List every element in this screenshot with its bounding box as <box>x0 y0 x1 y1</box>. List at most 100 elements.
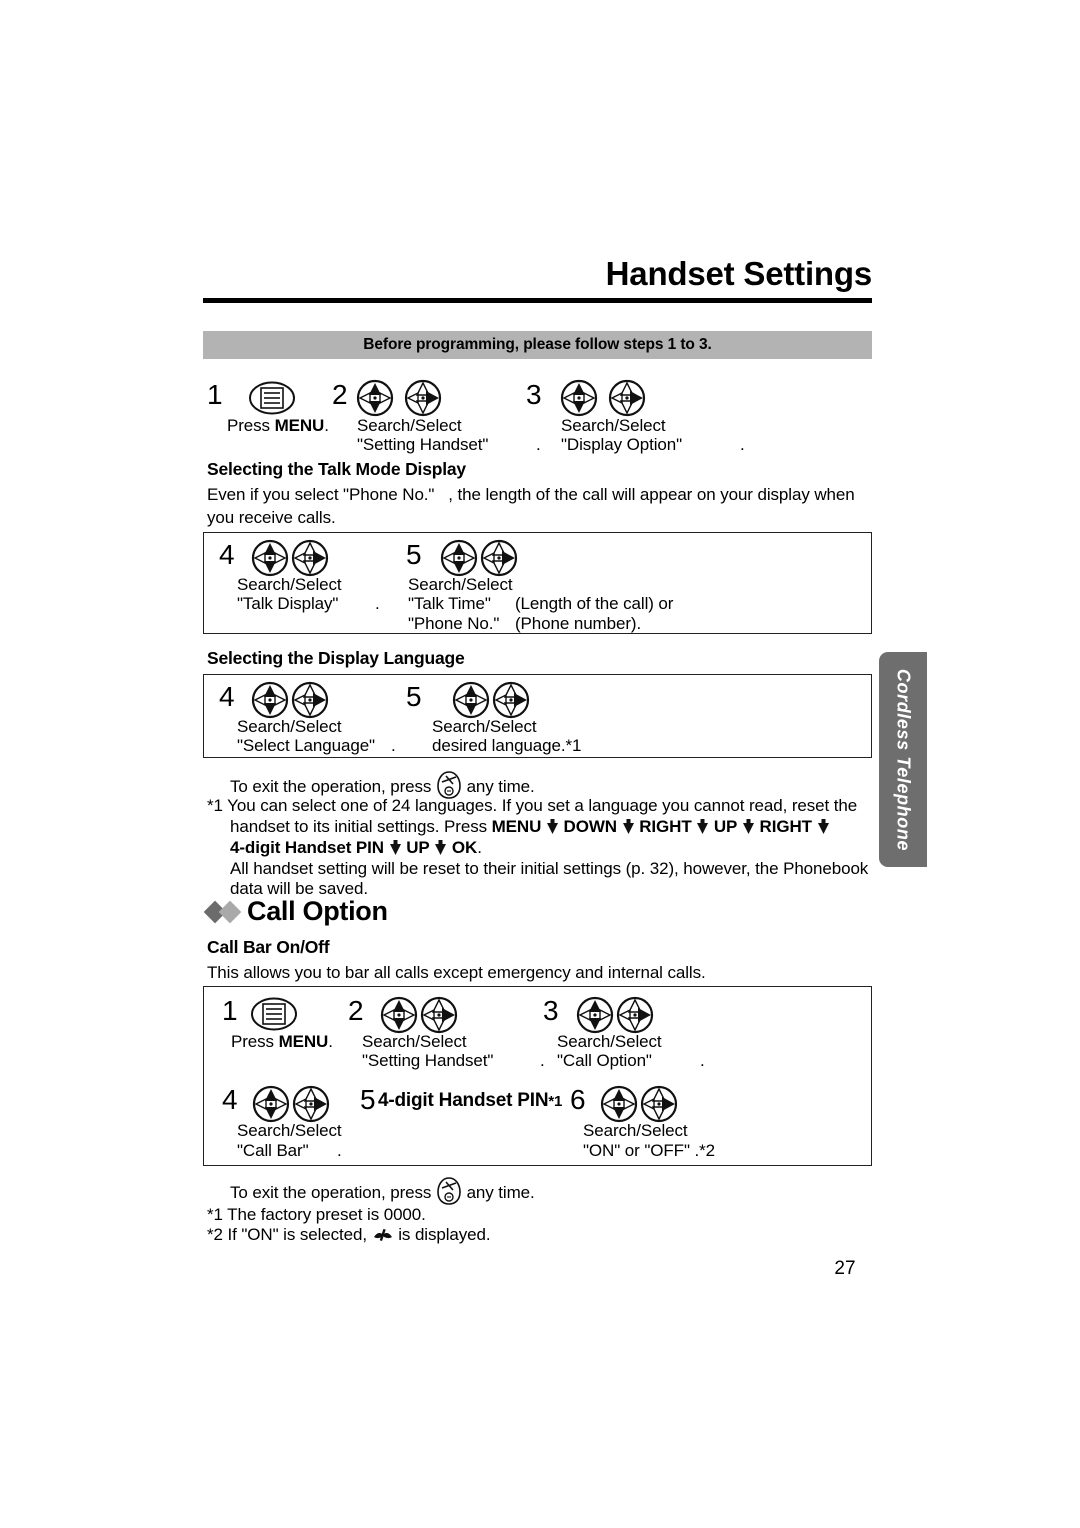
step-period: . <box>391 736 396 755</box>
step-number: 3 <box>543 995 559 1026</box>
key-handset-pin: 4-digit Handset PIN <box>230 838 384 857</box>
nav-right-icon <box>404 379 442 417</box>
menu-key-label: MENU <box>278 1032 329 1051</box>
footnote-1-prefix: handset to its initial settings. Press <box>230 817 492 836</box>
footnote-2-prefix: *2 If "ON" is selected, <box>207 1225 367 1244</box>
step-number: 1 <box>207 379 223 410</box>
nav-up-down-icon <box>252 1085 290 1123</box>
arrow-down-separator-icon <box>622 819 634 834</box>
nav-up-down-icon <box>560 379 598 417</box>
arrow-down-separator-icon <box>817 819 829 834</box>
nav-up-down-icon <box>576 996 614 1034</box>
call-bar-symbol-icon <box>373 1228 392 1241</box>
nav-right-icon <box>420 996 458 1034</box>
talk-mode-body-a: Even if you select "Phone No." <box>207 485 435 504</box>
exit-note-before: To exit the operation, press <box>230 1183 432 1202</box>
key-ok: OK <box>451 838 478 857</box>
talk-mode-body-2: you receive calls. <box>207 508 336 527</box>
exit-note: To exit the operation, press any time. <box>230 1176 535 1206</box>
footnote-1-line-3: 4-digit Handset PIN UP OK. <box>230 836 482 859</box>
nav-right-icon <box>291 681 329 719</box>
end-call-icon <box>437 1177 461 1205</box>
nav-right-icon <box>616 996 654 1034</box>
footnote-1-line-1: *1 You can select one of 24 languages. I… <box>207 796 858 815</box>
exit-note-after: any time. <box>466 1183 535 1202</box>
key-right-2: RIGHT <box>759 817 812 836</box>
page-title: Handset Settings <box>605 255 873 292</box>
step-number: 6 <box>570 1084 586 1115</box>
press-period: . <box>328 1032 333 1051</box>
arrow-down-separator-icon <box>435 840 447 855</box>
step-period: . <box>536 435 541 454</box>
step-value: "Display Option" <box>561 435 683 454</box>
step-period: . <box>700 1051 705 1070</box>
section-heading-talk-mode: Selecting the Talk Mode Display <box>207 459 466 479</box>
title-rule <box>203 298 872 303</box>
nav-right-icon <box>640 1085 678 1123</box>
footnote-2-suffix: is displayed. <box>398 1225 491 1244</box>
step-number: 4 <box>219 539 235 570</box>
nav-up-down-icon <box>380 996 418 1034</box>
nav-up-down-icon <box>356 379 394 417</box>
step-caption: Press MENU. <box>231 1030 333 1053</box>
step-period: . <box>337 1141 342 1160</box>
key-right-1: RIGHT <box>639 817 692 836</box>
arrow-down-separator-icon <box>389 840 401 855</box>
section-heading-display-language: Selecting the Display Language <box>207 648 465 668</box>
step-value: desired language.*1 <box>432 736 582 755</box>
talk-mode-body: Even if you select "Phone No." , the len… <box>207 483 887 506</box>
step-number: 4 <box>219 681 235 712</box>
nav-up-down-icon <box>440 539 478 577</box>
step-period: . <box>740 435 745 454</box>
step-value: "ON" or "OFF" .*2 <box>583 1141 716 1160</box>
step-number: 5 <box>360 1084 376 1115</box>
call-option-heading: Call Option <box>203 896 388 927</box>
key-up-1: UP <box>713 817 738 836</box>
press-period: . <box>324 416 329 435</box>
press-label: Press <box>231 1032 279 1051</box>
nav-up-down-icon <box>251 681 289 719</box>
step-number: 1 <box>222 995 238 1026</box>
nav-right-icon <box>608 379 646 417</box>
nav-up-down-icon <box>600 1085 638 1123</box>
manual-page: Handset Settings Before programming, ple… <box>0 0 1080 1528</box>
nav-right-icon <box>480 539 518 577</box>
call-bar-description: This allows you to bar all calls except … <box>207 963 706 982</box>
step-value-alt-note: (Phone number). <box>515 614 642 633</box>
key-down: DOWN <box>563 817 618 836</box>
pin-label-footnote-marker: *1 <box>548 1093 563 1110</box>
step-value: "Call Bar" <box>237 1141 309 1160</box>
arrow-down-separator-icon <box>697 819 709 834</box>
step-number: 4 <box>222 1084 238 1115</box>
key-up-2: UP <box>406 838 430 857</box>
step-value: "Select Language" <box>237 736 375 755</box>
menu-icon <box>251 997 297 1031</box>
talk-mode-body-b: , the length of the call will appear on … <box>448 485 855 504</box>
nav-right-icon <box>492 681 530 719</box>
step-caption: Press MENU. <box>227 414 329 437</box>
call-option-heading-text: Call Option <box>247 896 388 926</box>
arrow-down-separator-icon <box>742 819 754 834</box>
step-number: 2 <box>332 379 348 410</box>
nav-up-down-icon <box>251 539 289 577</box>
step-value: "Setting Handset" <box>362 1051 494 1070</box>
step-number: 5 <box>406 539 422 570</box>
footnote-1-period: . <box>477 838 482 857</box>
footnote-1-line-2: handset to its initial settings. Press M… <box>230 815 910 838</box>
page-number: 27 <box>834 1258 856 1279</box>
diamond-light-icon <box>218 900 242 923</box>
nav-up-down-icon <box>452 681 490 719</box>
step-number: 3 <box>526 379 542 410</box>
step-value: "Talk Display" <box>237 594 339 613</box>
menu-key-label: MENU <box>274 416 325 435</box>
step-value-alt: "Phone No." <box>408 614 500 633</box>
step-period: . <box>540 1051 545 1070</box>
menu-icon <box>249 381 295 415</box>
key-menu: MENU <box>491 817 542 836</box>
step-number: 5 <box>406 681 422 712</box>
step-pin-label: 4-digit Handset PIN*1 <box>378 1090 562 1112</box>
press-label: Press <box>227 416 275 435</box>
pin-label-text: 4-digit Handset PIN <box>378 1090 549 1111</box>
nav-right-icon <box>291 539 329 577</box>
call-option-footnote-2: *2 If "ON" is selected, is displayed. <box>207 1223 491 1246</box>
